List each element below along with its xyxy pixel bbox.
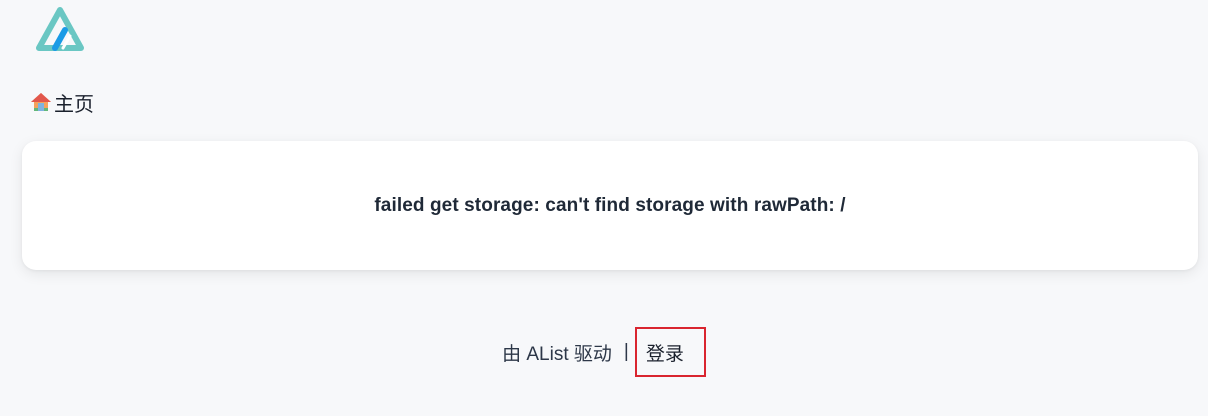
footer: 由 AList 驱动 | 登录: [0, 326, 1208, 378]
breadcrumb-home-label: 主页: [54, 93, 94, 116]
error-message: failed get storage: can't find storage w…: [374, 194, 846, 216]
login-label: 登录: [645, 343, 684, 365]
powered-by-text[interactable]: 由 AList 驱动: [502, 339, 612, 366]
page: 主页 failed get storage: can't find storag…: [0, 0, 1208, 416]
footer-separator: |: [623, 341, 629, 362]
alist-logo-icon[interactable]: [33, 6, 87, 52]
house-icon: [30, 91, 52, 113]
content-card: failed get storage: can't find storage w…: [22, 141, 1198, 270]
breadcrumb-home[interactable]: 主页: [30, 90, 94, 116]
login-button[interactable]: 登录: [634, 327, 706, 377]
